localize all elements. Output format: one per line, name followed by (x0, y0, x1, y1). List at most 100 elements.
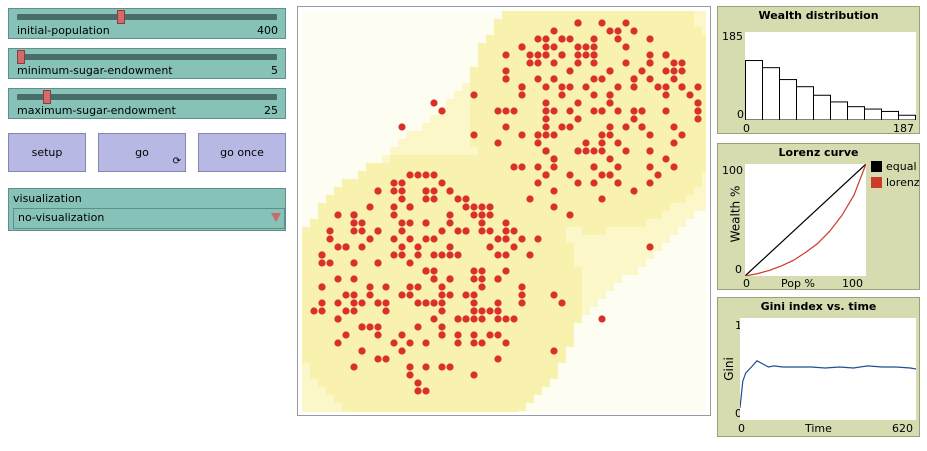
go-button[interactable]: go ⟳ (98, 133, 186, 172)
sugar-patch (398, 371, 406, 379)
world-view[interactable] (297, 6, 711, 416)
sugar-patch (542, 91, 550, 99)
sugar-patch (662, 115, 670, 123)
agent (470, 203, 478, 211)
agent (446, 243, 454, 251)
sugar-patch (374, 315, 382, 323)
sugar-patch (526, 115, 534, 123)
sugar-patch (470, 235, 478, 243)
histogram-bar (830, 101, 848, 120)
agent (550, 27, 558, 35)
sugar-patch (614, 51, 622, 59)
sugar-patch (438, 379, 446, 387)
sugar-patch (654, 211, 662, 219)
sugar-patch (694, 27, 702, 35)
agent (526, 51, 534, 59)
sugar-patch (470, 163, 478, 171)
slider-handle[interactable] (17, 50, 25, 64)
sugar-patch (502, 43, 510, 51)
setup-button[interactable]: setup (8, 133, 86, 172)
slider-handle[interactable] (43, 90, 51, 104)
sugar-patch (574, 131, 582, 139)
agent (430, 275, 438, 283)
sugar-patch (694, 155, 702, 163)
slider-handle[interactable] (117, 10, 125, 24)
agent (334, 315, 342, 323)
sugar-patch (438, 315, 446, 323)
agent (550, 347, 558, 355)
agent (390, 339, 398, 347)
sugar-patch (542, 11, 550, 19)
sugar-patch (446, 411, 454, 412)
agent (662, 51, 670, 59)
agent (446, 219, 454, 227)
slider-track[interactable] (17, 94, 277, 100)
sugar-patch (502, 331, 510, 339)
sugar-patch (494, 291, 502, 299)
sugar-patch (702, 59, 706, 67)
sugar-patch (622, 259, 630, 267)
sugar-patch (534, 11, 542, 19)
sugar-patch (470, 123, 478, 131)
sugar-patch (510, 43, 518, 51)
go-once-button[interactable]: go once (198, 133, 286, 172)
sugar-patch (542, 291, 550, 299)
sugar-patch (510, 403, 518, 411)
sugar-patch (478, 91, 486, 99)
sugar-patch (670, 219, 678, 227)
sugar-patch (350, 179, 358, 187)
sugar-patch (454, 107, 462, 115)
sugar-patch (462, 235, 470, 243)
sugar-patch (326, 251, 334, 259)
sugar-patch (470, 179, 478, 187)
sugar-patch (478, 75, 486, 83)
initial-population-slider[interactable]: initial-population 400 (8, 8, 286, 39)
sugar-patch (494, 339, 502, 347)
sugar-patch (438, 219, 446, 227)
chooser-dropdown[interactable]: no-visualization (13, 208, 285, 229)
sugar-patch (454, 211, 462, 219)
sugar-patch (526, 235, 534, 243)
sugar-patch (646, 27, 654, 35)
sugar-patch (374, 179, 382, 187)
agent (606, 27, 614, 35)
sugar-patch (302, 347, 310, 355)
sugar-patch (478, 107, 486, 115)
agent (470, 267, 478, 275)
sugar-patch (502, 59, 510, 67)
sugar-patch (454, 387, 462, 395)
sugar-patch (614, 155, 622, 163)
sugar-patch (382, 371, 390, 379)
sugar-patch (558, 235, 566, 243)
sugar-patch (326, 411, 334, 412)
sugar-patch (510, 339, 518, 347)
plot-area (740, 318, 916, 420)
sugar-patch (502, 91, 510, 99)
sugar-patch (654, 243, 662, 251)
agent (470, 315, 478, 323)
sugar-patch (582, 27, 590, 35)
slider-track[interactable] (17, 14, 277, 20)
agent (502, 107, 510, 115)
sugar-patch (470, 107, 478, 115)
sugar-patch (702, 203, 706, 211)
sugar-patch (454, 171, 462, 179)
maximum-sugar-endowment-slider[interactable]: maximum-sugar-endowment 25 (8, 88, 286, 119)
sugar-patch (310, 267, 318, 275)
minimum-sugar-endowment-slider[interactable]: minimum-sugar-endowment 5 (8, 48, 286, 79)
slider-track[interactable] (17, 54, 277, 60)
agent (590, 59, 598, 67)
agent (470, 275, 478, 283)
sugar-patch (582, 259, 590, 267)
world-canvas[interactable] (302, 11, 706, 412)
sugar-patch (550, 195, 558, 203)
dropdown-arrow-icon[interactable] (271, 213, 281, 222)
sugar-patch (534, 99, 542, 107)
agent (614, 27, 622, 35)
sugar-patch (518, 315, 526, 323)
sugar-patch (342, 267, 350, 275)
visualization-chooser[interactable]: visualization no-visualization (8, 188, 286, 231)
sugar-patch (630, 59, 638, 67)
sugar-patch (614, 115, 622, 123)
sugar-patch (694, 131, 702, 139)
